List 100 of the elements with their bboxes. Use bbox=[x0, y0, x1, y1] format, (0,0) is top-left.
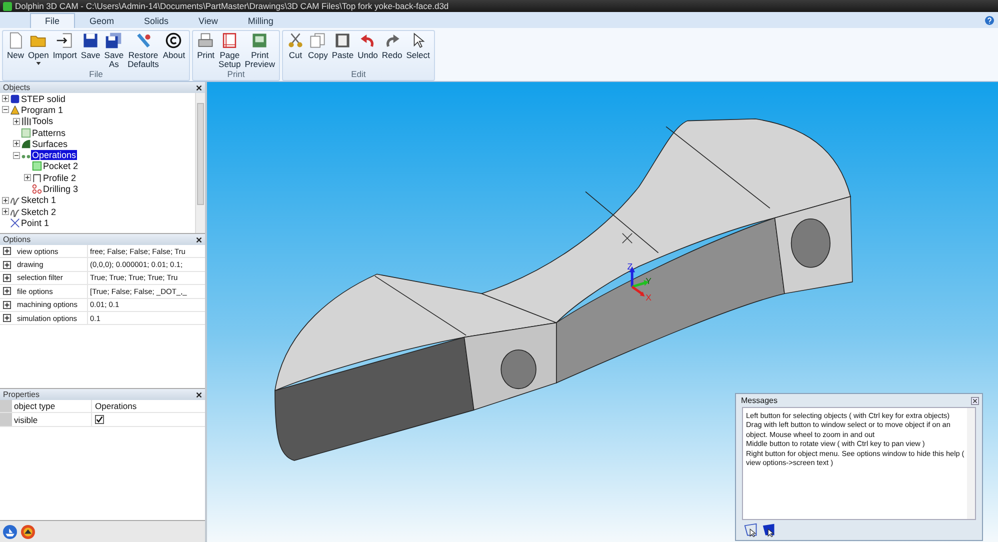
axis-label: Y bbox=[646, 276, 652, 286]
expand-icon[interactable] bbox=[3, 314, 11, 322]
ribbon-tab[interactable]: Solids bbox=[129, 13, 184, 28]
tree-item[interactable]: Tools bbox=[31, 116, 54, 126]
panel-title: Objects bbox=[3, 83, 30, 92]
point-icon bbox=[10, 218, 20, 228]
expand-icon[interactable] bbox=[13, 140, 20, 148]
hole bbox=[500, 349, 536, 390]
expand-icon[interactable] bbox=[3, 287, 11, 296]
ribbon-tab[interactable]: Geom bbox=[74, 13, 130, 28]
cursor-icon[interactable] bbox=[744, 523, 758, 537]
group-label: Print bbox=[226, 69, 246, 80]
copyright-icon bbox=[165, 32, 182, 49]
group-label: File bbox=[88, 69, 104, 80]
expand-icon[interactable] bbox=[3, 274, 11, 282]
toolbar-button[interactable]: Select bbox=[404, 32, 432, 69]
redo-icon bbox=[384, 32, 401, 49]
floppy-disks-icon bbox=[105, 32, 122, 49]
panel-title: Options bbox=[3, 235, 31, 244]
panel-title: Properties bbox=[3, 390, 40, 399]
group-label: Edit bbox=[350, 69, 367, 80]
toolbar-button[interactable]: About bbox=[160, 32, 188, 69]
panel-title: Messages bbox=[741, 396, 778, 405]
tree-item[interactable]: Drilling 3 bbox=[42, 184, 80, 194]
expand-icon[interactable] bbox=[2, 196, 9, 204]
warning-icon bbox=[10, 104, 20, 115]
toolbar-button[interactable]: Save As bbox=[102, 32, 126, 69]
printer-icon bbox=[197, 32, 214, 49]
tree-item[interactable]: Surfaces bbox=[31, 138, 69, 149]
toolbar-button[interactable]: Print bbox=[195, 32, 217, 69]
tree-item[interactable]: Operations bbox=[31, 150, 78, 160]
pattern-icon bbox=[21, 128, 31, 138]
document-icon bbox=[7, 32, 24, 49]
tools-icon bbox=[21, 116, 31, 126]
page-icon bbox=[221, 32, 238, 49]
tree-item[interactable]: STEP solid bbox=[20, 94, 66, 104]
undo-icon bbox=[359, 32, 376, 49]
window-title: Dolphin 3D CAM - C:\Users\Admin-14\Documents\PartMaster\Drawings\3D CAM Files\Top fork yoke-back-face.d3d bbox=[15, 1, 449, 11]
drill-icon bbox=[32, 184, 42, 194]
close-icon[interactable] bbox=[196, 84, 202, 90]
expand-icon[interactable] bbox=[2, 208, 9, 216]
cube-icon bbox=[10, 94, 20, 104]
expand-icon[interactable] bbox=[3, 247, 11, 256]
property-name: object type bbox=[12, 400, 92, 412]
scissors-icon bbox=[287, 32, 304, 49]
scrollbar[interactable] bbox=[195, 93, 205, 233]
pocket-icon bbox=[32, 161, 42, 172]
close-icon[interactable] bbox=[196, 236, 202, 242]
toolbar-button[interactable]: Import bbox=[50, 32, 79, 69]
property-value[interactable]: Operations bbox=[92, 400, 205, 412]
toolbar-button[interactable]: Paste bbox=[330, 32, 356, 69]
toolbar-button[interactable]: Redo bbox=[380, 32, 404, 69]
expand-icon[interactable] bbox=[3, 260, 11, 269]
tree-item[interactable]: Point 1 bbox=[20, 218, 50, 228]
tree-item[interactable]: Sketch 2 bbox=[20, 206, 58, 217]
caret-icon bbox=[36, 62, 41, 65]
tree-item[interactable]: Program 1 bbox=[20, 104, 64, 115]
tree-item[interactable]: Patterns bbox=[31, 128, 67, 138]
expand-icon[interactable] bbox=[2, 95, 9, 102]
ship-icon[interactable] bbox=[3, 524, 17, 538]
expand-icon[interactable] bbox=[24, 174, 31, 182]
checkbox[interactable] bbox=[95, 415, 104, 424]
app-icon bbox=[3, 2, 12, 10]
center-mark-icon bbox=[622, 233, 632, 244]
clipboard-icon bbox=[334, 32, 352, 49]
toolbar-button[interactable]: Save bbox=[78, 32, 102, 69]
toolbar-button[interactable]: Undo bbox=[356, 32, 380, 69]
axis-label: X bbox=[646, 292, 652, 302]
ribbon-tab[interactable]: View bbox=[184, 13, 233, 28]
expand-icon[interactable] bbox=[13, 118, 20, 125]
tree-item[interactable]: Profile 2 bbox=[42, 172, 78, 183]
toolbar-button[interactable]: Cut bbox=[285, 32, 306, 69]
toolbar-button[interactable]: Copy bbox=[306, 32, 330, 69]
toolbar-button[interactable]: Restore Defaults bbox=[126, 32, 161, 69]
toolbar-button[interactable]: Page Setup bbox=[216, 32, 243, 69]
surface-icon bbox=[21, 138, 31, 149]
close-icon[interactable] bbox=[971, 396, 979, 404]
tree-item[interactable]: Sketch 1 bbox=[20, 195, 58, 206]
sketch-icon bbox=[10, 206, 20, 217]
cursor-icon[interactable] bbox=[762, 523, 776, 537]
copy-icon bbox=[309, 32, 326, 49]
scrollbar[interactable] bbox=[967, 408, 975, 519]
toolbar-button[interactable]: Open bbox=[26, 32, 51, 69]
profile-icon bbox=[32, 172, 42, 183]
collapse-icon[interactable] bbox=[2, 106, 9, 114]
ribbon-tab[interactable]: Milling bbox=[232, 13, 288, 28]
property-name: visible bbox=[12, 413, 92, 426]
toolbar-button[interactable]: Print Preview bbox=[242, 32, 277, 69]
help-icon[interactable] bbox=[985, 16, 994, 25]
ribbon-tab[interactable]: File bbox=[30, 13, 75, 28]
toolbar-button[interactable]: New bbox=[5, 32, 26, 69]
3d-viewport[interactable] bbox=[207, 82, 998, 542]
tree-item[interactable]: Pocket 2 bbox=[42, 161, 80, 172]
expand-icon[interactable] bbox=[3, 300, 11, 309]
hole bbox=[790, 218, 830, 268]
collapse-icon[interactable] bbox=[13, 152, 20, 159]
import-icon bbox=[56, 32, 74, 49]
close-icon[interactable] bbox=[196, 392, 202, 398]
preview-icon bbox=[251, 32, 268, 49]
sketch-icon bbox=[10, 195, 20, 206]
